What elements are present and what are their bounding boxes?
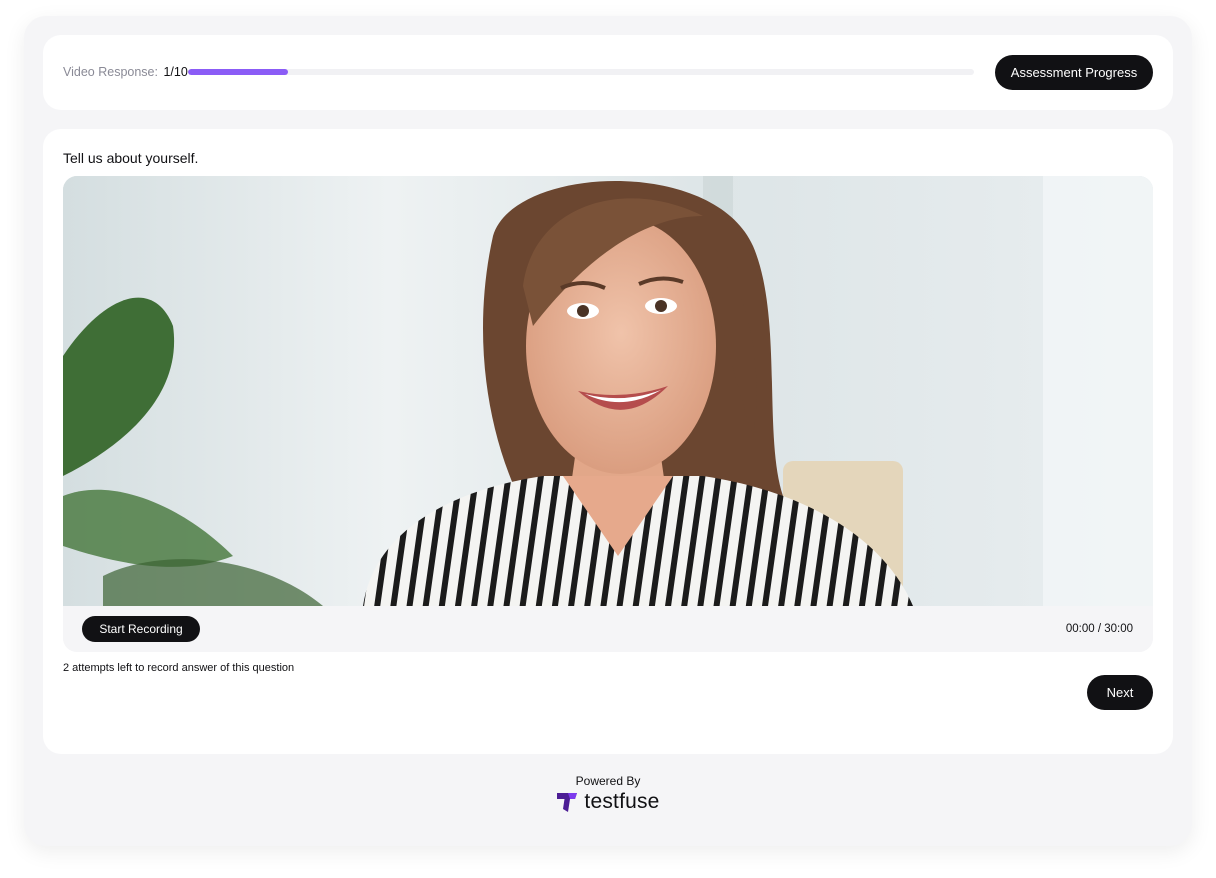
footer: Powered By testfuse [24, 774, 1192, 818]
brand-name: testfuse [584, 790, 660, 813]
video-preview [63, 176, 1153, 606]
progress-label-text: Video Response: [63, 65, 158, 79]
video-preview-image [63, 176, 1153, 606]
brand-logo: testfuse [556, 790, 659, 814]
next-button[interactable]: Next [1087, 675, 1153, 710]
attempts-remaining: 2 attempts left to record answer of this… [63, 662, 295, 674]
question-text: Tell us about yourself. [63, 150, 199, 166]
question-card: Tell us about yourself. Start Recording … [43, 129, 1173, 754]
recording-timer: 00:00 / 30:00 [1065, 623, 1133, 635]
testfuse-logo-icon [557, 793, 578, 812]
assessment-container: Video Response: 1/10 Assessment Progress… [24, 16, 1192, 846]
powered-by-label: Powered By [575, 774, 641, 788]
video-controls: Start Recording 00:00 / 30:00 [63, 606, 1153, 652]
progress-label: Video Response: 1/10 [63, 65, 188, 79]
progress-bar [188, 69, 974, 75]
progress-count: 1/10 [163, 65, 188, 79]
progress-bar-fill [188, 69, 288, 75]
video-player: Start Recording 00:00 / 30:00 [63, 176, 1153, 652]
start-recording-button[interactable]: Start Recording [82, 616, 200, 642]
progress-card: Video Response: 1/10 Assessment Progress [43, 35, 1173, 110]
assessment-progress-button[interactable]: Assessment Progress [995, 55, 1153, 90]
